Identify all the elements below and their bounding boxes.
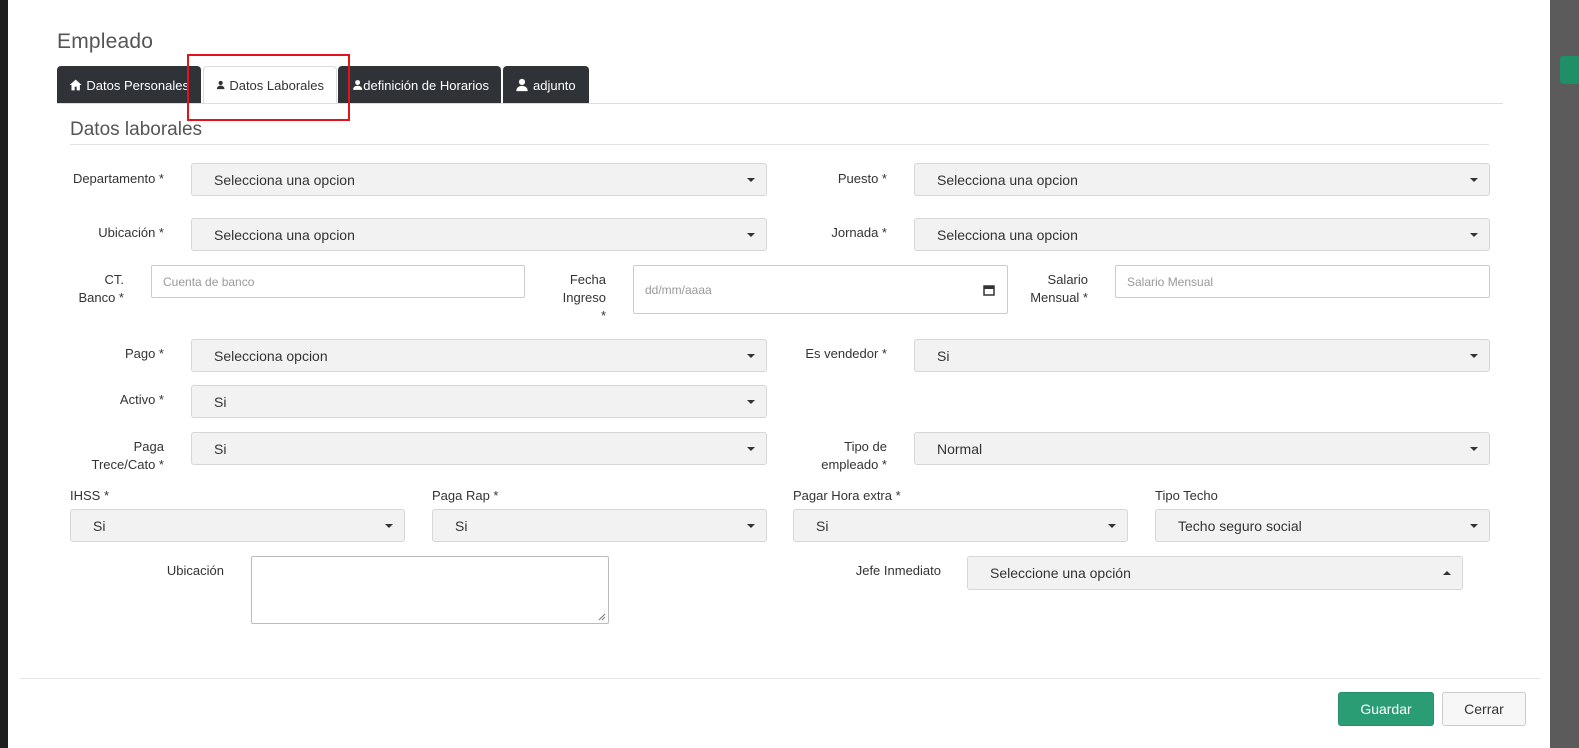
tab-datos-laborales[interactable]: Datos Laborales — [203, 66, 337, 104]
close-button[interactable]: Cerrar — [1442, 692, 1526, 726]
pagar-hora-extra-value: Si — [816, 517, 829, 534]
jefe-inmediato-select[interactable]: Seleccione una opción — [967, 556, 1463, 590]
es-vendedor-value: Si — [937, 347, 950, 364]
backdrop-right — [1550, 0, 1579, 748]
user-icon — [516, 78, 528, 92]
jefe-inmediato-value: Seleccione una opción — [990, 565, 1131, 581]
caret-down-icon — [1470, 178, 1478, 182]
activo-value: Si — [214, 393, 227, 410]
ct-banco-label: CT. Banco * — [78, 272, 124, 305]
backdrop-button-edge — [1560, 56, 1579, 84]
departamento-select[interactable]: Selecciona una opcion — [191, 163, 767, 196]
footer-divider — [20, 678, 1540, 679]
ihss-select[interactable]: Si — [70, 509, 405, 542]
ihss-label: IHSS * — [70, 488, 110, 503]
caret-down-icon — [1470, 233, 1478, 237]
calendar-icon[interactable] — [983, 284, 995, 296]
tab-label: adjunto — [533, 77, 576, 93]
ct-banco-input[interactable]: Cuenta de banco — [151, 265, 525, 298]
pagar-hora-extra-select[interactable]: Si — [793, 509, 1128, 542]
backdrop-left — [0, 0, 8, 748]
tab-definicion-horarios[interactable]: definición de Horarios — [338, 66, 501, 104]
tipo-empleado-value: Normal — [937, 440, 983, 457]
jornada-label: Jornada * — [831, 225, 887, 240]
salario-mensual-label: Salario Mensual * — [1030, 272, 1088, 305]
fecha-ingreso-label: Fecha Ingreso * — [562, 272, 606, 323]
paga-trece-cato-value: Si — [214, 440, 227, 457]
paga-rap-value: Si — [455, 517, 468, 534]
save-button[interactable]: Guardar — [1338, 692, 1434, 726]
modal-title: Empleado — [57, 30, 154, 53]
puesto-value: Selecciona una opcion — [937, 171, 1078, 188]
caret-down-icon — [747, 447, 755, 451]
tab-label: Datos Laborales — [229, 77, 324, 93]
tab-adjunto[interactable]: adjunto — [503, 66, 589, 104]
tab-label: Datos Personales — [86, 77, 189, 93]
ihss-value: Si — [93, 517, 106, 534]
activo-label: Activo * — [119, 392, 164, 407]
caret-down-icon — [747, 233, 755, 237]
user-icon — [216, 80, 225, 90]
paga-trece-cato-label: Paga Trece/Cato * — [91, 439, 165, 472]
ct-banco-placeholder: Cuenta de banco — [163, 274, 255, 289]
resize-grip-icon[interactable] — [598, 613, 606, 621]
caret-down-icon — [1470, 354, 1478, 358]
tipo-techo-select[interactable]: Techo seguro social — [1155, 509, 1490, 542]
tabs-divider — [57, 103, 1503, 104]
es-vendedor-label: Es vendedor * — [805, 346, 887, 361]
departamento-label: Departamento * — [72, 171, 164, 186]
es-vendedor-select[interactable]: Si — [914, 339, 1490, 372]
ubicacion-textarea[interactable] — [251, 556, 609, 624]
paga-rap-label: Paga Rap * — [432, 488, 499, 503]
section-divider — [70, 144, 1489, 145]
jornada-value: Selecciona una opcion — [937, 226, 1078, 243]
tab-label: definición de Horarios — [363, 77, 489, 93]
fecha-ingreso-input[interactable]: dd/mm/aaaa — [633, 265, 1008, 314]
salario-mensual-placeholder: Salario Mensual — [1127, 274, 1214, 289]
employee-modal — [8, 0, 1550, 748]
caret-down-icon — [747, 354, 755, 358]
ubicacion-label: Ubicación * — [98, 225, 164, 240]
section-title: Datos laborales — [70, 119, 203, 140]
paga-trece-cato-select[interactable]: Si — [191, 432, 767, 465]
activo-select[interactable]: Si — [191, 385, 767, 418]
jornada-select[interactable]: Selecciona una opcion — [914, 218, 1490, 251]
pago-select[interactable]: Selecciona opcion — [191, 339, 767, 372]
caret-up-icon — [1443, 571, 1451, 575]
user-icon — [353, 80, 363, 90]
salario-mensual-input[interactable]: Salario Mensual — [1115, 265, 1490, 298]
tipo-empleado-select[interactable]: Normal — [914, 432, 1490, 465]
departamento-value: Selecciona una opcion — [214, 171, 355, 188]
caret-down-icon — [1108, 524, 1116, 528]
pagar-hora-extra-label: Pagar Hora extra * — [793, 488, 901, 503]
puesto-select[interactable]: Selecciona una opcion — [914, 163, 1490, 196]
jefe-inmediato-label: Jefe Inmediato — [855, 563, 941, 578]
ubicacion-value: Selecciona una opcion — [214, 226, 355, 243]
pago-label: Pago * — [124, 346, 164, 361]
tipo-techo-value: Techo seguro social — [1178, 517, 1302, 534]
home-icon — [69, 79, 82, 91]
tipo-techo-label: Tipo Techo — [1155, 488, 1218, 503]
caret-down-icon — [747, 524, 755, 528]
caret-down-icon — [747, 178, 755, 182]
paga-rap-select[interactable]: Si — [432, 509, 767, 542]
ubicacion-select[interactable]: Selecciona una opcion — [191, 218, 767, 251]
caret-down-icon — [385, 524, 393, 528]
fecha-ingreso-placeholder: dd/mm/aaaa — [645, 282, 712, 297]
ubicacion-text-label: Ubicación — [166, 563, 224, 578]
caret-down-icon — [1470, 524, 1478, 528]
pago-value: Selecciona opcion — [214, 347, 328, 364]
puesto-label: Puesto * — [837, 171, 887, 186]
tipo-empleado-label: Tipo de empleado * — [821, 439, 887, 472]
caret-down-icon — [1470, 447, 1478, 451]
caret-down-icon — [747, 400, 755, 404]
tab-datos-personales[interactable]: Datos Personales — [57, 66, 201, 104]
